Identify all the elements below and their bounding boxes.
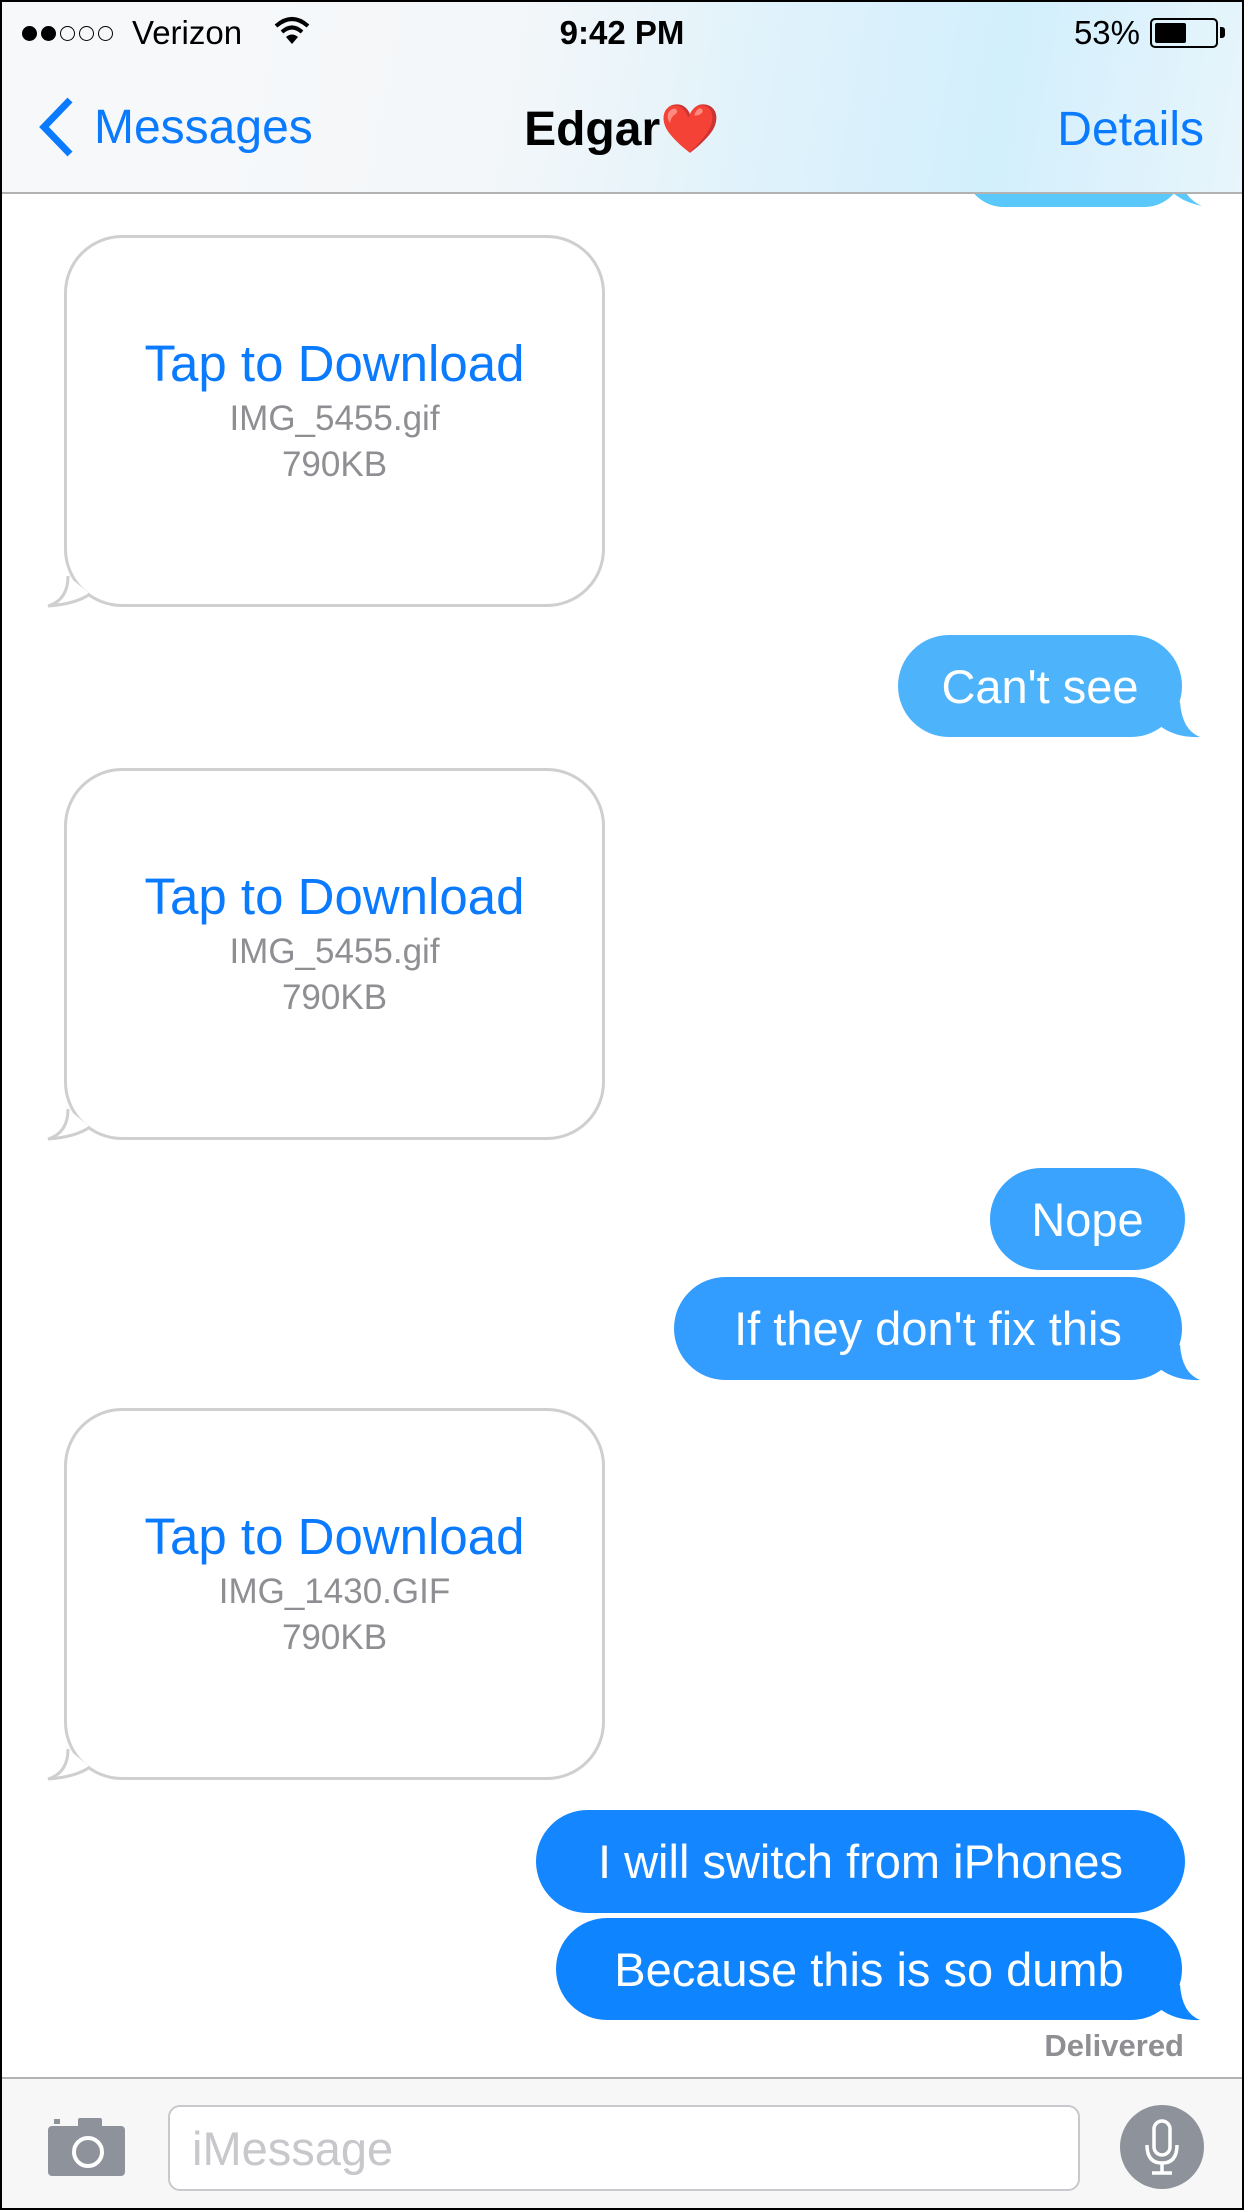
attachment-filename: IMG_5455.gif: [229, 931, 440, 971]
heart-emoji: ❤️: [660, 103, 720, 156]
chevron-left-icon: [39, 97, 73, 157]
attachment-filename: IMG_5455.gif: [229, 398, 440, 438]
message-text: If they don't fix this: [734, 1302, 1122, 1355]
clock: 9:42 PM: [559, 14, 685, 51]
battery-fill: [1155, 23, 1186, 43]
tap-to-download-link[interactable]: Tap to Download: [145, 334, 525, 393]
sent-bubble: Because this is so dumb: [556, 1918, 1182, 2020]
attachment-size: 790KB: [281, 1617, 388, 1657]
sent-bubble: I will switch from iPhones: [536, 1810, 1185, 1913]
attachment-size: 790KB: [281, 444, 388, 484]
attachment-bubble[interactable]: Tap to Download IMG_1430.GIF 790KB: [64, 1408, 605, 1780]
bubble-tail: [1160, 1985, 1200, 2021]
contact-name: Edgar: [524, 103, 661, 156]
battery-icon: [1150, 18, 1218, 48]
message-text: I will switch from iPhones: [598, 1835, 1123, 1888]
attachment-filename: IMG_1430.GIF: [218, 1571, 451, 1611]
sent-bubble: If they don't fix this: [674, 1277, 1182, 1380]
navigation-header: Verizon 9:42 PM 53% Messages Edgar❤️ Det…: [2, 2, 1242, 194]
bubble-tail: [1160, 1345, 1200, 1381]
message-thread[interactable]: Tap to Download IMG_5455.gif 790KB Can't…: [2, 2, 1242, 2077]
back-button[interactable]: Messages: [36, 96, 313, 158]
battery-percent: 53%: [1073, 14, 1140, 51]
tap-to-download-link[interactable]: Tap to Download: [145, 867, 525, 926]
bubble-tail: [1160, 702, 1200, 738]
sent-bubble: Can't see: [898, 635, 1182, 737]
message-input[interactable]: [168, 2105, 1080, 2191]
nav-bar: Messages Edgar❤️ Details: [2, 92, 1242, 162]
microphone-button[interactable]: [1120, 2105, 1204, 2189]
compose-bar: [2, 2077, 1242, 2208]
sent-bubble: Nope: [990, 1168, 1185, 1270]
message-text: Because this is so dumb: [614, 1942, 1124, 1996]
tap-to-download-link[interactable]: Tap to Download: [145, 1507, 525, 1566]
microphone-icon: [1145, 2119, 1179, 2175]
details-button[interactable]: Details: [1057, 102, 1204, 157]
camera-icon[interactable]: [48, 2116, 125, 2176]
attachment-size: 790KB: [281, 977, 388, 1017]
message-text: Can't see: [941, 659, 1139, 713]
battery-tip: [1220, 27, 1225, 38]
back-label: Messages: [94, 100, 313, 154]
delivery-status: Delivered: [1044, 2028, 1184, 2063]
bubble-tail: [47, 575, 91, 608]
message-text: Nope: [1031, 1192, 1144, 1246]
bubble-tail: [47, 1108, 91, 1141]
attachment-bubble[interactable]: Tap to Download IMG_5455.gif 790KB: [64, 768, 605, 1140]
status-bar: Verizon 9:42 PM 53%: [2, 14, 1242, 54]
attachment-bubble[interactable]: Tap to Download IMG_5455.gif 790KB: [64, 235, 605, 607]
bubble-tail: [47, 1748, 91, 1781]
